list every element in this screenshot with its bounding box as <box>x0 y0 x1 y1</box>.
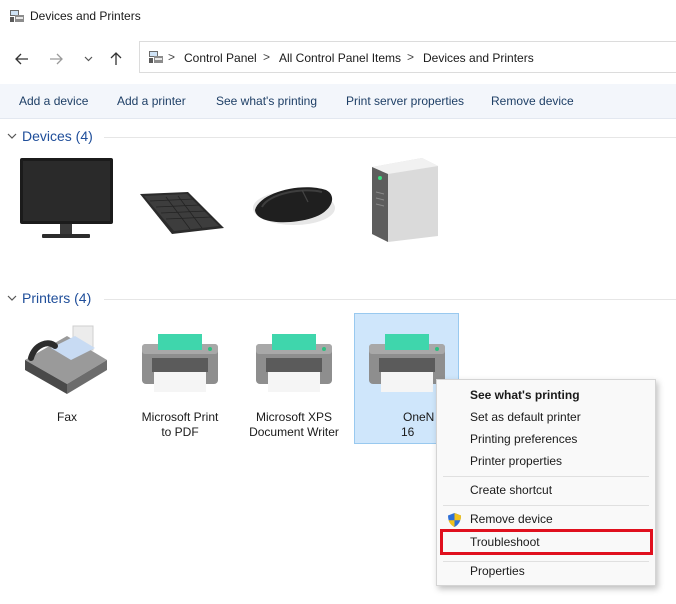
printer-microsoft-print-to-pdf[interactable]: Microsoft Print to PDF <box>128 314 232 444</box>
back-button[interactable] <box>11 48 33 70</box>
chevron-down-icon <box>84 56 92 62</box>
breadcrumb-separator[interactable]: > <box>407 50 414 64</box>
arrow-left-icon <box>15 53 28 65</box>
menu-item-set-default-printer[interactable]: Set as default printer <box>437 406 655 428</box>
menu-item-label: See what's printing <box>470 388 580 402</box>
printer-label-line: Microsoft Print <box>141 410 219 424</box>
print-server-properties-button[interactable]: Print server properties <box>346 94 464 108</box>
breadcrumb-control-panel[interactable]: Control Panel <box>184 51 257 65</box>
printer-label-line: Microsoft XPS <box>255 410 333 424</box>
printers-group-header[interactable]: Printers (4) <box>0 289 676 309</box>
menu-item-see-whats-printing[interactable]: See what's printing <box>437 384 655 406</box>
add-printer-button[interactable]: Add a printer <box>117 94 186 108</box>
printer-label: Fax <box>56 410 77 424</box>
devices-group-header[interactable]: Devices (4) <box>0 127 676 147</box>
add-device-button[interactable]: Add a device <box>19 94 88 108</box>
printer-icon <box>142 334 218 392</box>
printers-group-label: Printers (4) <box>22 290 92 306</box>
chevron-down-icon <box>7 133 17 139</box>
window-title: Devices and Printers <box>30 9 141 23</box>
menu-item-create-shortcut[interactable]: Create shortcut <box>437 479 655 501</box>
monitor-icon <box>20 158 113 238</box>
menu-item-label: Remove device <box>470 512 553 526</box>
up-button[interactable] <box>105 48 127 70</box>
breadcrumb-separator[interactable]: > <box>263 50 270 64</box>
menu-item-printer-properties[interactable]: Printer properties <box>437 450 655 472</box>
menu-item-remove-device[interactable]: Remove device <box>437 508 655 530</box>
keyboard-icon <box>140 192 224 234</box>
devices-group-label: Devices (4) <box>22 128 93 144</box>
printer-icon <box>256 334 332 392</box>
menu-divider <box>443 505 649 506</box>
printer-label-line: to PDF <box>161 425 199 439</box>
printer-fax[interactable]: Fax <box>15 314 119 444</box>
recent-locations-button[interactable] <box>77 48 99 70</box>
context-menu: See what's printing Set as default print… <box>436 379 656 586</box>
device-computer[interactable] <box>354 152 458 252</box>
fax-icon <box>25 325 107 394</box>
devices-printers-icon <box>10 10 24 22</box>
arrow-up-icon <box>110 52 122 65</box>
breadcrumb-separator[interactable]: > <box>168 50 175 64</box>
device-mouse[interactable] <box>242 152 346 252</box>
menu-divider <box>443 476 649 477</box>
group-divider <box>104 299 676 300</box>
menu-item-label: Properties <box>470 564 525 578</box>
menu-item-label: Printer properties <box>470 454 563 468</box>
see-whats-printing-button[interactable]: See what's printing <box>216 94 317 108</box>
mouse-icon <box>253 187 335 225</box>
device-monitor[interactable] <box>14 152 118 252</box>
chevron-down-icon <box>7 295 17 301</box>
uac-shield-icon <box>448 513 461 527</box>
control-panel-icon <box>149 51 163 63</box>
address-bar[interactable]: > Control Panel > All Control Panel Item… <box>139 41 676 73</box>
command-bar: Add a device Add a printer See what's pr… <box>0 84 676 119</box>
title-bar: Devices and Printers <box>0 0 676 32</box>
arrow-right-icon <box>50 53 63 65</box>
menu-item-printing-preferences[interactable]: Printing preferences <box>437 428 655 450</box>
printer-label: Microsoft XPS Document Writer <box>242 410 346 440</box>
group-divider <box>104 137 676 138</box>
printer-label-line: Document Writer <box>249 425 339 439</box>
breadcrumb-all-items[interactable]: All Control Panel Items <box>279 51 401 65</box>
breadcrumb-devices-printers[interactable]: Devices and Printers <box>423 51 534 65</box>
printer-label: Microsoft Print to PDF <box>128 410 232 440</box>
printer-microsoft-xps-document-writer[interactable]: Microsoft XPS Document Writer <box>242 314 346 444</box>
highlight-box <box>440 529 653 555</box>
menu-item-label: Set as default printer <box>470 410 581 424</box>
menu-item-label: Create shortcut <box>470 483 553 497</box>
menu-item-properties[interactable]: Properties <box>437 560 655 582</box>
remove-device-button[interactable]: Remove device <box>491 94 574 108</box>
menu-item-label: Printing preferences <box>470 432 578 446</box>
device-keyboard[interactable] <box>130 152 234 252</box>
computer-tower-icon <box>372 158 438 242</box>
forward-button[interactable] <box>45 48 67 70</box>
